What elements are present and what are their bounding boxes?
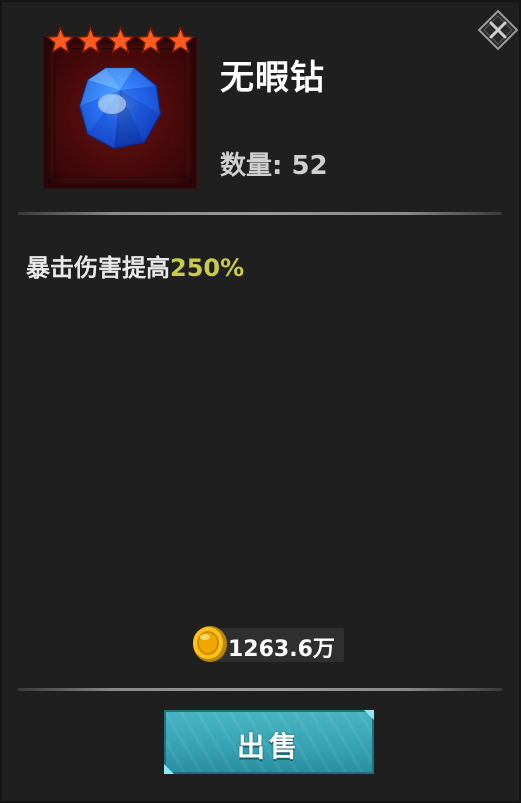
star-icon bbox=[76, 26, 105, 56]
sell-button[interactable]: 出售 bbox=[164, 710, 374, 774]
item-description: 暴击伤害提高250% bbox=[26, 248, 244, 283]
star-icon bbox=[106, 26, 135, 56]
star-rating bbox=[46, 26, 196, 56]
button-corner-decoration bbox=[364, 710, 374, 720]
star-icon bbox=[46, 26, 75, 56]
item-icon-frame bbox=[44, 38, 196, 188]
item-name: 无暇钻 bbox=[220, 58, 325, 98]
item-quantity: 数量: 52 bbox=[220, 151, 328, 181]
gold-coin-icon bbox=[190, 624, 230, 664]
bottom-divider bbox=[18, 688, 502, 691]
description-value: 250% bbox=[170, 254, 245, 282]
top-divider bbox=[18, 212, 502, 215]
description-text: 暴击伤害提高 bbox=[26, 254, 170, 282]
star-icon bbox=[136, 26, 165, 56]
button-corner-decoration bbox=[164, 764, 174, 774]
price-amount: 1263.6万 bbox=[228, 637, 335, 662]
close-icon bbox=[477, 9, 519, 51]
star-icon bbox=[166, 26, 195, 56]
item-detail-panel: 无暇钻 数量: 52 暴击伤害提高250% 1263.6万 出售 bbox=[0, 0, 521, 803]
sell-button-label: 出售 bbox=[236, 730, 301, 763]
close-button[interactable] bbox=[476, 8, 520, 52]
blue-diamond-gem-icon bbox=[78, 67, 162, 150]
